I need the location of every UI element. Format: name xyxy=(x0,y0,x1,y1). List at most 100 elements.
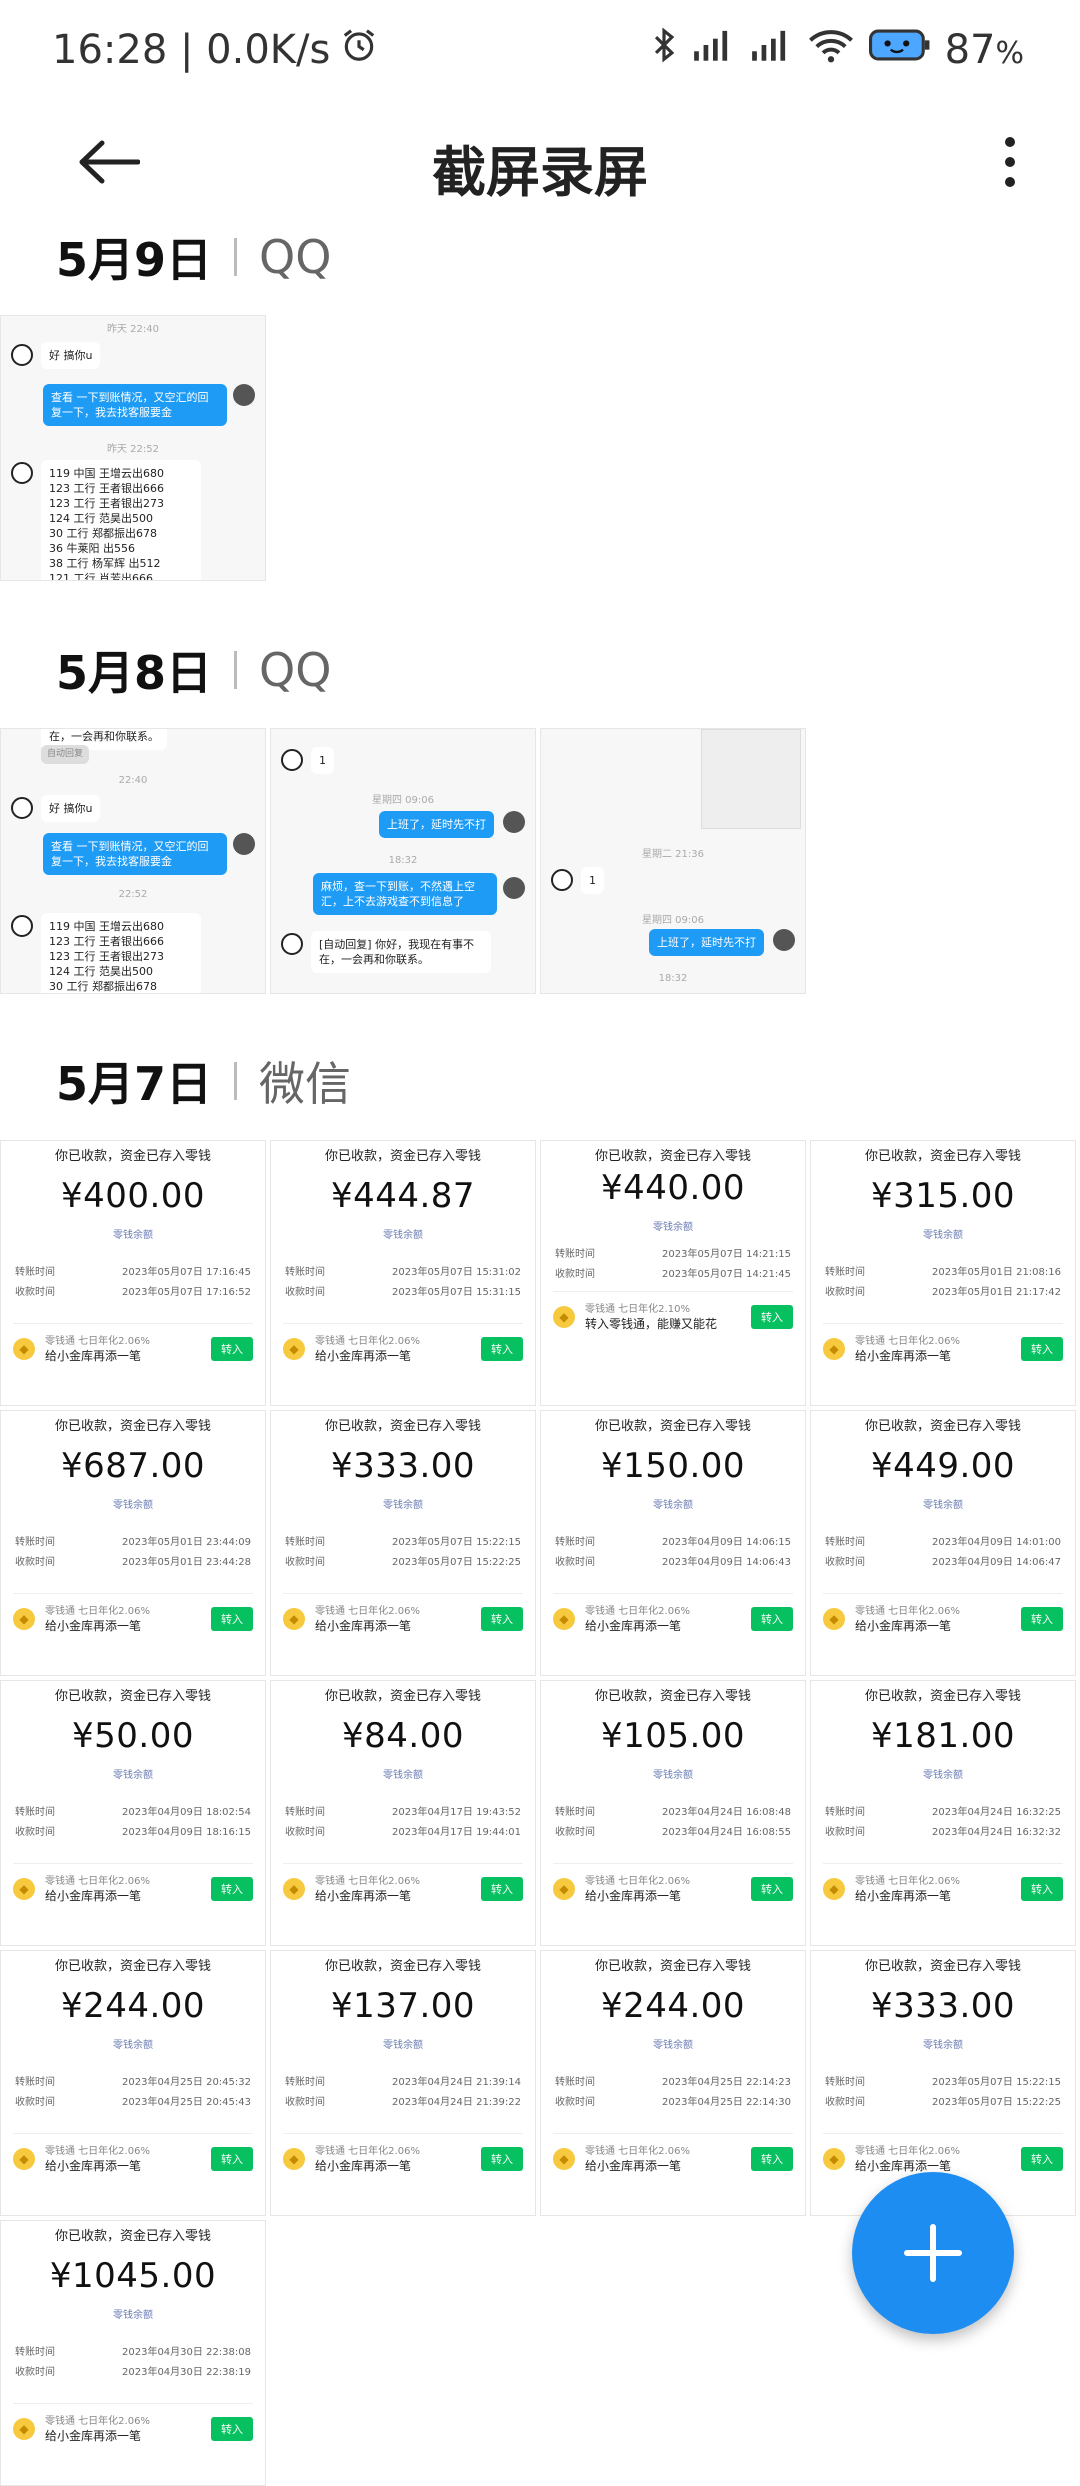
chat-bubble: 1 xyxy=(311,747,334,774)
screenshot-thumbnail[interactable]: 你已收款，资金已存入零钱 ¥244.00 零钱余额 转账时间 2023年04月25日 2… xyxy=(0,1950,266,2216)
receive-time-row: 收款时间 2023年05月07日 15:31:15 xyxy=(285,1287,521,1298)
diamond-icon: ◆ xyxy=(13,2418,35,2440)
screenshot-thumbnail[interactable]: 你已收款，资金已存入零钱 ¥333.00 零钱余额 转账时间 2023年05月07日 1… xyxy=(270,1410,536,1676)
screenshot-thumbnail[interactable]: 你已收款，资金已存入零钱 ¥315.00 零钱余额 转账时间 2023年05月01日 2… xyxy=(810,1140,1076,1406)
promo-row: ◆ 零钱通 七日年化2.10% 转入零钱通，能赚又能花 转入 xyxy=(553,1291,793,1332)
add-button[interactable] xyxy=(852,2172,1014,2334)
diamond-icon: ◆ xyxy=(823,2148,845,2170)
promo-row: ◆ 零钱通 七日年化2.06% 给小金库再添一笔 转入 xyxy=(553,1593,793,1634)
diamond-icon: ◆ xyxy=(13,1878,35,1900)
payment-amount: ¥687.00 xyxy=(60,1446,206,1486)
chat-bubble: 好 搞你u xyxy=(41,342,101,369)
receive-time-row: 收款时间 2023年04月09日 14:06:43 xyxy=(555,1557,791,1568)
promo-row: ◆ 零钱通 七日年化2.06% 给小金库再添一笔 转入 xyxy=(823,1323,1063,1364)
payment-header: 你已收款，资金已存入零钱 xyxy=(324,1959,481,1974)
battery-percent: 87% xyxy=(944,27,1024,73)
balance-label: 零钱余额 xyxy=(383,2040,423,2051)
screenshot-thumbnail[interactable]: 你已收款，资金已存入零钱 ¥444.87 零钱余额 转账时间 2023年05月07日 1… xyxy=(270,1140,536,1406)
balance-label: 零钱余额 xyxy=(653,2040,693,2051)
battery-icon xyxy=(868,26,931,74)
diamond-icon: ◆ xyxy=(823,1608,845,1630)
qq-avatar xyxy=(11,797,33,819)
user-avatar xyxy=(233,384,255,406)
user-avatar xyxy=(503,811,525,833)
plus-icon xyxy=(904,2224,962,2282)
transfer-time-row: 转账时间 2023年05月01日 21:08:16 xyxy=(825,1267,1061,1278)
payment-header: 你已收款，资金已存入零钱 xyxy=(594,1689,751,1704)
qq-avatar xyxy=(281,933,303,955)
section-date: 5月7日 xyxy=(56,1057,213,1111)
screenshot-thumbnail[interactable]: 你已收款，资金已存入零钱 ¥181.00 零钱余额 转账时间 2023年04月24日 1… xyxy=(810,1680,1076,1946)
receive-time-row: 收款时间 2023年04月24日 16:08:55 xyxy=(555,1827,791,1838)
balance-label: 零钱余额 xyxy=(653,1770,693,1781)
payment-header: 你已收款，资金已存入零钱 xyxy=(864,1149,1021,1164)
screenshot-thumbnail[interactable]: 你已收款，资金已存入零钱 ¥440.00 零钱余额 转账时间 2023年05月07日 1… xyxy=(540,1140,806,1406)
transfer-time-row: 转账时间 2023年05月07日 15:22:15 xyxy=(285,1537,521,1548)
balance-label: 零钱余额 xyxy=(113,2310,153,2321)
qq-avatar xyxy=(11,344,33,366)
receive-time-row: 收款时间 2023年04月17日 19:44:01 xyxy=(285,1827,521,1838)
promo-row: ◆ 零钱通 七日年化2.06% 给小金库再添一笔 转入 xyxy=(283,1323,523,1364)
payment-amount: ¥244.00 xyxy=(60,1986,206,2026)
balance-label: 零钱余额 xyxy=(653,1222,693,1233)
qq-avatar xyxy=(11,462,33,484)
payment-amount: ¥444.87 xyxy=(330,1176,476,1216)
payment-times: 转账时间 2023年05月07日 17:16:45 收款时间 2023年05月07日 … xyxy=(15,1263,251,1298)
chat-timestamp: 星期四 09:06 xyxy=(372,795,434,806)
transfer-in-button: 转入 xyxy=(481,1337,523,1361)
receive-time-row: 收款时间 2023年04月09日 14:06:47 xyxy=(825,1557,1061,1568)
chat-bubble: 上班了，延时先不打 xyxy=(649,929,764,956)
promo-row: ◆ 零钱通 七日年化2.06% 给小金库再添一笔 转入 xyxy=(283,1593,523,1634)
screenshot-thumbnail[interactable]: 你已收款，资金已存入零钱 ¥84.00 零钱余额 转账时间 2023年04月17日 19… xyxy=(270,1680,536,1946)
transfer-in-button: 转入 xyxy=(1021,1877,1063,1901)
promo-row: ◆ 零钱通 七日年化2.06% 给小金库再添一笔 转入 xyxy=(553,2133,793,2174)
screenshot-thumbnail[interactable]: 在，一会再和你联系。 自动回复 22:40 好 搞你u 查看 一下到账情况，又空… xyxy=(0,728,266,994)
payment-header: 你已收款，资金已存入零钱 xyxy=(324,1149,481,1164)
screenshot-thumbnail[interactable]: 你已收款，资金已存入零钱 ¥105.00 零钱余额 转账时间 2023年04月24日 1… xyxy=(540,1680,806,1946)
diamond-icon: ◆ xyxy=(13,1608,35,1630)
promo-row: ◆ 零钱通 七日年化2.06% 给小金库再添一笔 转入 xyxy=(823,2133,1063,2174)
transfer-time-row: 转账时间 2023年04月09日 18:02:54 xyxy=(15,1807,251,1818)
chat-bubble: [自动回复] 你好，我现在有事不在，一会再和你联系。 xyxy=(311,931,491,973)
more-vertical-icon xyxy=(1005,137,1015,187)
promo-row: ◆ 零钱通 七日年化2.06% 给小金库再添一笔 转入 xyxy=(13,1323,253,1364)
screenshot-thumbnail[interactable]: 1 星期四 09:06 上班了，延时先不打 18:32 麻烦，查一下到账，不然遇… xyxy=(270,728,536,994)
screenshot-thumbnail[interactable]: 你已收款，资金已存入零钱 ¥137.00 零钱余额 转账时间 2023年04月24日 2… xyxy=(270,1950,536,2216)
diamond-icon: ◆ xyxy=(283,1878,305,1900)
page-title: 截屏录屏 xyxy=(432,141,648,204)
screenshot-thumbnail[interactable]: 你已收款，资金已存入零钱 ¥244.00 零钱余额 转账时间 2023年04月25日 2… xyxy=(540,1950,806,2216)
receive-time-row: 收款时间 2023年05月07日 15:22:25 xyxy=(825,2097,1061,2108)
screenshot-thumbnail[interactable]: 星期二 21:36 1 星期四 09:06 上班了，延时先不打 18:32 xyxy=(540,728,806,994)
payment-header: 你已收款，资金已存入零钱 xyxy=(594,1959,751,1974)
transfer-in-button: 转入 xyxy=(211,2417,253,2441)
transfer-in-button: 转入 xyxy=(211,1337,253,1361)
balance-label: 零钱余额 xyxy=(113,2040,153,2051)
payment-header: 你已收款，资金已存入零钱 xyxy=(864,1689,1021,1704)
payment-times: 转账时间 2023年04月24日 16:08:48 收款时间 2023年04月24日 … xyxy=(555,1803,791,1838)
payment-amount: ¥1045.00 xyxy=(49,2256,217,2296)
section-source: 微信 xyxy=(259,1057,352,1111)
screenshot-thumbnail[interactable]: 你已收款，资金已存入零钱 ¥150.00 零钱余额 转账时间 2023年04月09日 1… xyxy=(540,1410,806,1676)
transfer-time-row: 转账时间 2023年04月17日 19:43:52 xyxy=(285,1807,521,1818)
screenshot-thumbnail[interactable]: 你已收款，资金已存入零钱 ¥687.00 零钱余额 转账时间 2023年05月01日 2… xyxy=(0,1410,266,1676)
screenshot-thumbnail[interactable]: 你已收款，资金已存入零钱 ¥400.00 零钱余额 转账时间 2023年05月07日 1… xyxy=(0,1140,266,1406)
qq-avatar xyxy=(11,915,33,937)
more-options-button[interactable] xyxy=(980,122,1040,202)
screenshot-thumbnail[interactable]: 你已收款，资金已存入零钱 ¥50.00 零钱余额 转账时间 2023年04月09日 18… xyxy=(0,1680,266,1946)
payment-header: 你已收款，资金已存入零钱 xyxy=(594,1419,751,1434)
screenshot-thumbnail[interactable]: 你已收款，资金已存入零钱 ¥1045.00 零钱余额 转账时间 2023年04月30日 … xyxy=(0,2220,266,2486)
screenshot-thumbnail[interactable]: 你已收款，资金已存入零钱 ¥449.00 零钱余额 转账时间 2023年04月09日 1… xyxy=(810,1410,1076,1676)
thumbnail-grid: 昨天 22:40 好 搞你u 查看 一下到账情况，又空汇的回复一下，我去找客服要… xyxy=(0,315,1080,581)
transfer-in-button: 转入 xyxy=(481,1607,523,1631)
transfer-time-row: 转账时间 2023年04月24日 21:39:14 xyxy=(285,2077,521,2088)
diamond-icon: ◆ xyxy=(553,1878,575,1900)
transfer-in-button: 转入 xyxy=(1021,1337,1063,1361)
transfer-time-row: 转账时间 2023年04月09日 14:06:15 xyxy=(555,1537,791,1548)
transfer-in-button: 转入 xyxy=(751,1877,793,1901)
balance-label: 零钱余额 xyxy=(383,1500,423,1511)
chat-timestamp: 22:52 xyxy=(118,889,148,900)
chat-bubble: 好 搞你u xyxy=(41,795,101,822)
balance-label: 零钱余额 xyxy=(923,1500,963,1511)
payment-times: 转账时间 2023年04月25日 20:45:32 收款时间 2023年04月25日 … xyxy=(15,2073,251,2108)
screenshot-thumbnail[interactable]: 昨天 22:40 好 搞你u 查看 一下到账情况，又空汇的回复一下，我去找客服要… xyxy=(0,315,266,581)
